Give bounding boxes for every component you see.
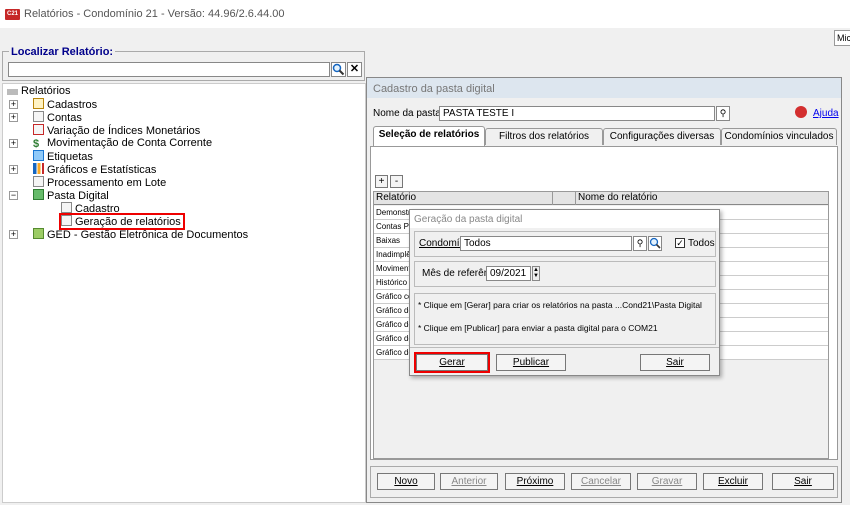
- mes-spinner[interactable]: ▲ ▼: [532, 266, 540, 281]
- popup-title: Geração da pasta digital: [410, 210, 719, 228]
- tree-item-label: Processamento em Lote: [47, 177, 167, 189]
- window-edge-button[interactable]: Mic: [834, 30, 850, 46]
- divider: [410, 347, 719, 348]
- sair-button[interactable]: Sair: [772, 473, 834, 490]
- tree-item-pasta-digital[interactable]: Pasta Digital: [33, 189, 109, 202]
- tree-item-variacao[interactable]: Variação de Índices Monetários: [33, 124, 200, 137]
- tree-item-cadastros[interactable]: Cadastros: [33, 98, 97, 111]
- collapse-toggle[interactable]: −: [9, 191, 18, 200]
- clipboard-icon: [33, 98, 44, 109]
- list-icon: [7, 89, 18, 95]
- report-tree: Relatórios + Cadastros + Contas Variação…: [2, 83, 366, 503]
- col-separator: [552, 192, 576, 205]
- cancelar-button[interactable]: Cancelar: [571, 473, 631, 490]
- tree-item-label: Pasta Digital: [47, 190, 109, 202]
- tree-item-contas[interactable]: Contas: [33, 111, 82, 124]
- grid-header: Relatório Nome do relatório: [374, 192, 828, 205]
- tab-filtros[interactable]: Filtros dos relatórios: [485, 128, 603, 145]
- magnifier-icon[interactable]: [331, 62, 346, 77]
- publicar-button[interactable]: Publicar: [496, 354, 566, 371]
- gerar-button[interactable]: Gerar: [414, 352, 490, 373]
- search-input[interactable]: [8, 62, 330, 77]
- add-report-button[interactable]: +: [375, 175, 388, 188]
- anterior-button[interactable]: Anterior: [440, 473, 498, 490]
- expand-toggle[interactable]: +: [9, 165, 18, 174]
- tree-item-ged[interactable]: GED - Gestão Eletrônica de Documentos: [33, 228, 248, 241]
- remove-report-button[interactable]: -: [390, 175, 403, 188]
- window-title: Relatórios - Condomínio 21 - Versão: 44.…: [24, 8, 285, 20]
- tree-item-label: Geração de relatórios: [75, 216, 181, 228]
- mes-field[interactable]: 09/2021: [486, 266, 531, 281]
- tree-item-label: Variação de Índices Monetários: [47, 125, 201, 137]
- info-publicar: * Clique em [Publicar] para enviar a pas…: [418, 323, 658, 333]
- condominio-field[interactable]: Todos: [460, 236, 632, 251]
- tree-item-etiquetas[interactable]: Etiquetas: [33, 150, 93, 163]
- expand-toggle[interactable]: +: [9, 139, 18, 148]
- expand-toggle[interactable]: +: [9, 113, 18, 122]
- app-logo-icon: C21: [5, 9, 20, 20]
- tab-configuracoes[interactable]: Configurações diversas: [603, 128, 721, 145]
- binoculars-icon[interactable]: ⚲: [633, 236, 647, 251]
- tree-root[interactable]: Relatórios: [7, 85, 71, 98]
- tree-item-label: GED - Gestão Eletrônica de Documentos: [47, 229, 249, 241]
- tree-item-label: Cadastros: [47, 99, 98, 111]
- tree-item-label: Etiquetas: [47, 151, 93, 163]
- novo-button[interactable]: Novo: [377, 473, 435, 490]
- dialog-title: Cadastro da pasta digital: [367, 78, 841, 98]
- tree-item-graficos[interactable]: Gráficos e Estatísticas: [33, 163, 156, 176]
- document-icon: [61, 215, 72, 226]
- gravar-button[interactable]: Gravar: [637, 473, 697, 490]
- ged-icon: [33, 228, 44, 239]
- tree-item-movimentacao[interactable]: $ Movimentação de Conta Corrente: [33, 137, 212, 150]
- pasta-name-field[interactable]: PASTA TESTE I: [439, 106, 715, 121]
- magnifier-icon[interactable]: [648, 236, 662, 251]
- book-icon: [33, 189, 44, 200]
- popup-sair-button[interactable]: Sair: [640, 354, 710, 371]
- expand-toggle[interactable]: +: [9, 230, 18, 239]
- close-icon[interactable]: ✕: [347, 62, 362, 77]
- excluir-button[interactable]: Excluir: [703, 473, 763, 490]
- search-legend: Localizar Relatório:: [9, 46, 116, 58]
- tree-item-processamento[interactable]: Processamento em Lote: [33, 176, 166, 189]
- tree-item-geracao[interactable]: Geração de relatórios: [59, 213, 185, 230]
- help-link[interactable]: Ajuda: [813, 108, 839, 119]
- expand-toggle[interactable]: +: [9, 100, 18, 109]
- chart-line-icon: [33, 124, 44, 135]
- bar-chart-icon: [33, 163, 44, 174]
- pasta-label: Nome da pasta:: [373, 108, 444, 119]
- tree-item-label: Gráficos e Estatísticas: [47, 164, 157, 176]
- bottom-button-bar: Novo Anterior Próximo Cancelar Gravar Ex…: [370, 466, 838, 498]
- col-nome: Nome do relatório: [578, 192, 658, 203]
- window-titlebar: C21 Relatórios - Condomínio 21 - Versão:…: [0, 0, 850, 28]
- info-gerar: * Clique em [Gerar] para criar os relató…: [418, 300, 702, 310]
- geracao-popup: Geração da pasta digital Condomínio: Tod…: [409, 209, 720, 376]
- dollar-icon: $: [33, 138, 40, 150]
- label-icon: [33, 150, 44, 161]
- tab-selecao[interactable]: Seleção de relatórios: [373, 126, 485, 147]
- tree-item-label: Cadastro: [75, 203, 120, 215]
- document-icon: [61, 202, 72, 213]
- col-relatorio: Relatório: [376, 192, 417, 203]
- binoculars-icon[interactable]: ⚲: [716, 106, 730, 121]
- tree-item-label: Contas: [47, 112, 82, 124]
- help-icon: [795, 106, 807, 118]
- tab-condominios[interactable]: Condomínios vinculados: [721, 128, 837, 145]
- batch-icon: [33, 176, 44, 187]
- tree-item-cadastro[interactable]: Cadastro: [61, 202, 120, 215]
- tree-item-label: Movimentação de Conta Corrente: [47, 137, 213, 149]
- todos-label: Todos: [688, 238, 715, 249]
- document-icon: [33, 111, 44, 122]
- tree-root-label: Relatórios: [21, 85, 71, 97]
- proximo-button[interactable]: Próximo: [505, 473, 565, 490]
- todos-checkbox[interactable]: ✓: [675, 238, 685, 248]
